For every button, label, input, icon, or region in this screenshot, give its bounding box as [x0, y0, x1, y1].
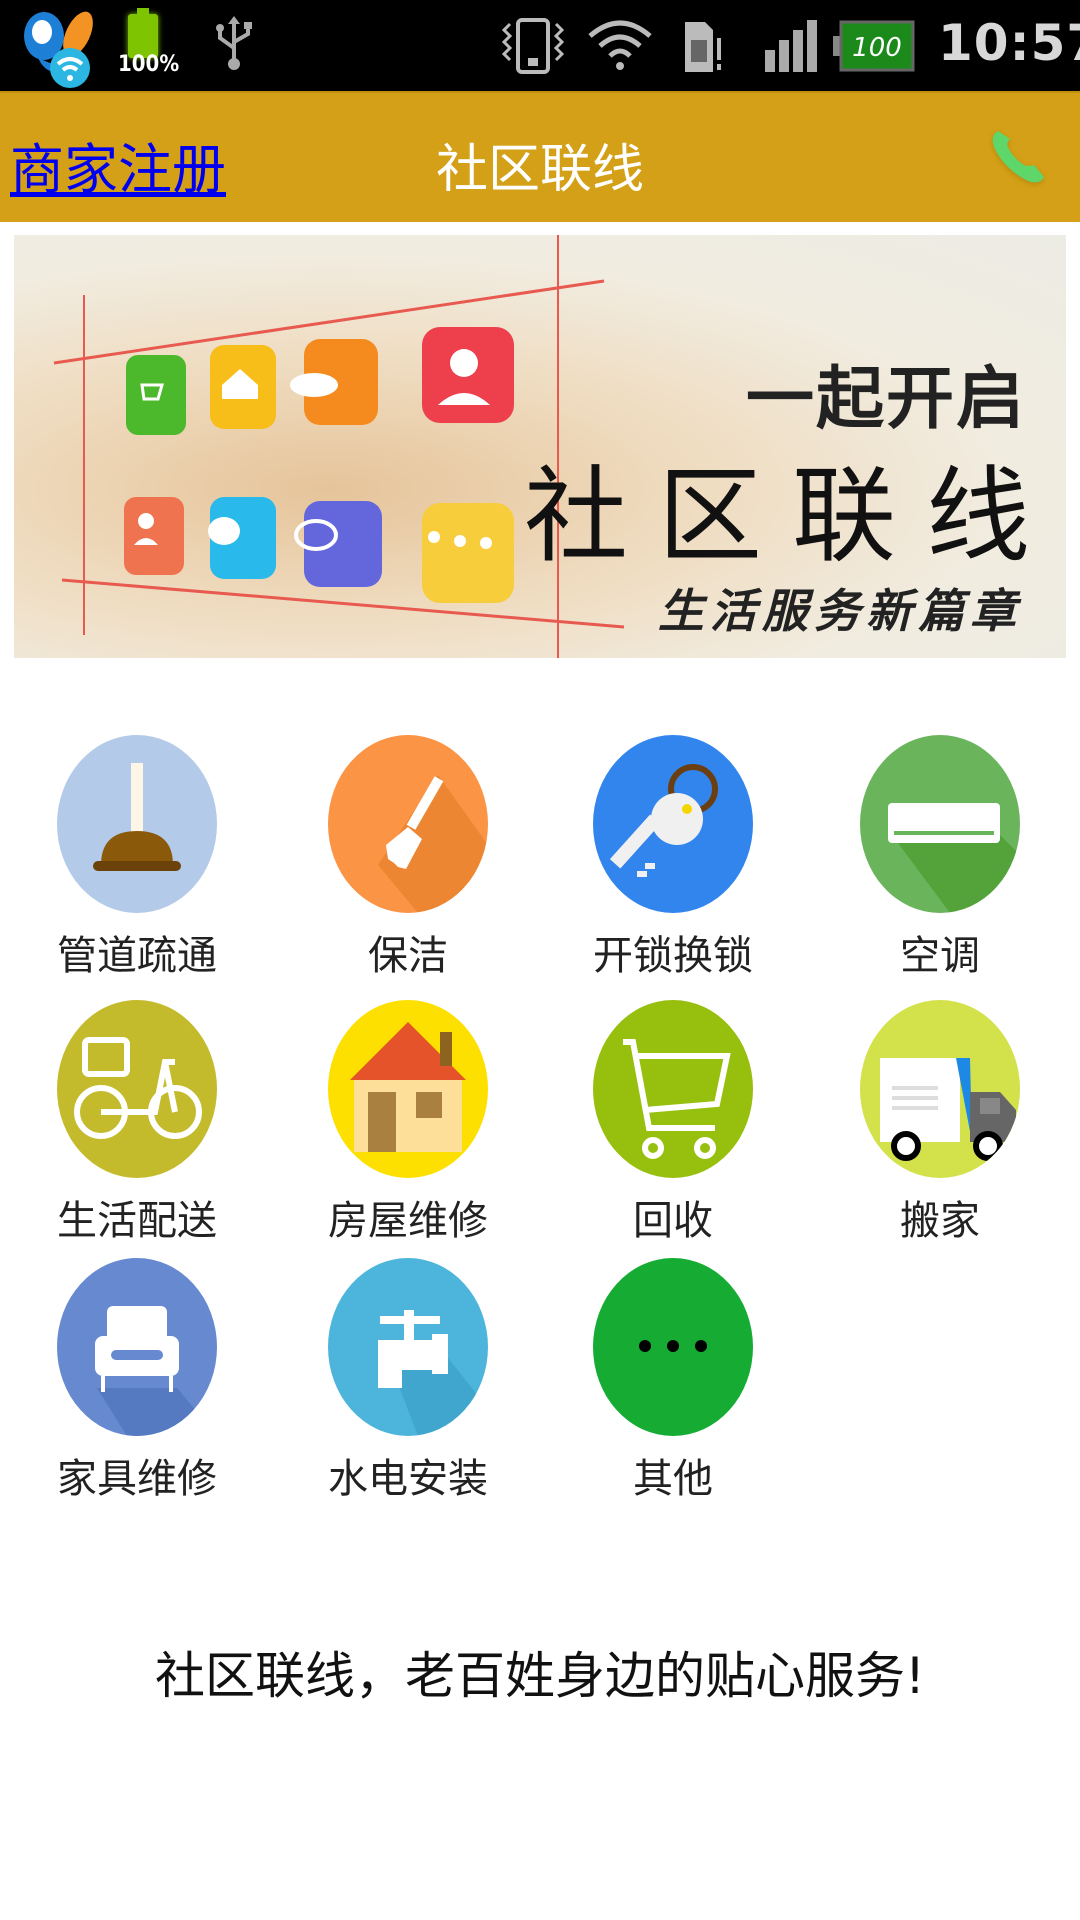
faucet-icon: [328, 1258, 488, 1436]
banner-headline: 一起开启: [745, 360, 1026, 439]
service-label: 搬家: [900, 1198, 980, 1244]
battery-level-text: 100: [852, 33, 902, 63]
banner-subtitle: 生活服务新篇章: [658, 584, 1022, 638]
service-other[interactable]: 其他: [553, 1258, 793, 1502]
service-pipe-dredging[interactable]: 管道疏通: [17, 735, 257, 979]
phone-icon: [992, 131, 1044, 185]
service-label: 家具维修: [57, 1456, 217, 1502]
status-bar: 100% 100 10:5: [0, 0, 1080, 91]
signal-icon: [763, 18, 819, 74]
page-title: 社区联线: [435, 140, 644, 200]
service-air-conditioner[interactable]: 空调: [820, 735, 1060, 979]
service-label: 空调: [900, 933, 980, 979]
vibrate-icon: [498, 16, 568, 76]
slogan-text: 社区联线，老百姓身边的贴心服务!: [154, 1647, 926, 1705]
promo-banner[interactable]: 一起开启 社区联线 生活服务新篇章: [14, 235, 1066, 658]
clock-time: 10:57: [938, 14, 1080, 72]
service-label: 回收: [633, 1198, 713, 1244]
service-moving[interactable]: 搬家: [820, 1000, 1060, 1244]
service-furniture-repair[interactable]: 家具维修: [17, 1258, 257, 1502]
air-conditioner-icon: [860, 735, 1020, 913]
service-label: 其他: [633, 1456, 713, 1502]
key-icon: [593, 735, 753, 913]
service-house-repair[interactable]: 房屋维修: [288, 1000, 528, 1244]
service-label: 水电安装: [328, 1456, 488, 1502]
service-label: 保洁: [368, 933, 448, 979]
plunger-icon: [57, 735, 217, 913]
service-label: 生活配送: [57, 1198, 217, 1244]
service-cleaning[interactable]: 保洁: [288, 735, 528, 979]
app-butterfly-wifi-icon: [18, 8, 108, 88]
service-locksmith[interactable]: 开锁换锁: [553, 735, 793, 979]
battery-icon: 100: [833, 20, 915, 72]
wifi-icon: [585, 14, 655, 74]
service-delivery[interactable]: 生活配送: [17, 1000, 257, 1244]
app-header: 商家注册 社区联线: [0, 91, 1080, 222]
service-label: 开锁换锁: [593, 933, 753, 979]
phone-call-button[interactable]: [984, 123, 1054, 193]
service-label: 房屋维修: [328, 1198, 488, 1244]
sim-icon: [683, 20, 723, 74]
service-recycling[interactable]: 回收: [553, 1000, 793, 1244]
delivery-bike-icon: [57, 1000, 217, 1178]
banner-title: 社区联线: [523, 455, 1060, 577]
usb-icon: [212, 14, 256, 74]
service-label: 管道疏通: [57, 933, 217, 979]
house-icon: [328, 1000, 488, 1178]
more-dots-icon: [593, 1258, 753, 1436]
broom-icon: [328, 735, 488, 913]
truck-icon: [860, 1000, 1020, 1178]
cart-icon: [593, 1000, 753, 1178]
battery-percent-text: 100%: [118, 52, 180, 77]
service-plumbing-electrical[interactable]: 水电安装: [288, 1258, 528, 1502]
armchair-icon: [57, 1258, 217, 1436]
